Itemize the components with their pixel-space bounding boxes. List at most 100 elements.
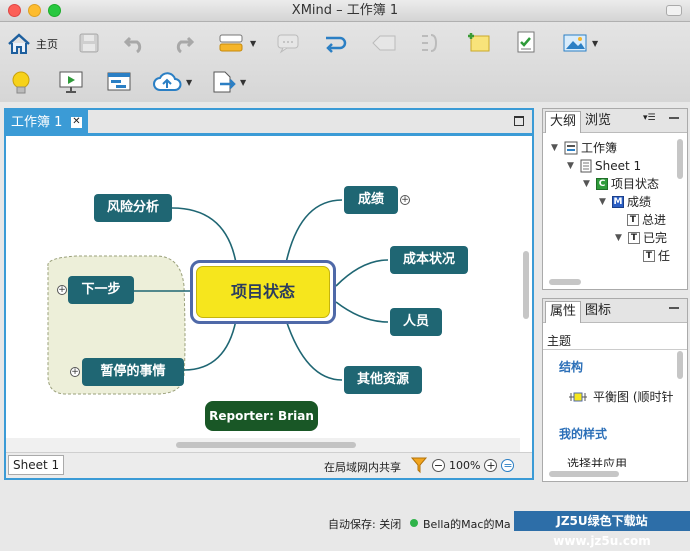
- topic-next-step[interactable]: 下一步: [68, 276, 134, 304]
- chevron-down-icon[interactable]: ▼: [240, 78, 246, 87]
- close-icon[interactable]: ✕: [71, 117, 82, 128]
- gantt-button[interactable]: [106, 70, 132, 94]
- expand-icon[interactable]: +: [400, 195, 410, 205]
- save-icon: [79, 33, 99, 53]
- expand-icon[interactable]: +: [70, 367, 80, 377]
- note-button[interactable]: [466, 30, 492, 54]
- tree-row-results[interactable]: ▼ M 成绩: [599, 193, 651, 211]
- save-button[interactable]: [78, 32, 100, 54]
- topic-cost-status[interactable]: 成本状况: [390, 246, 468, 274]
- expand-triangle-icon[interactable]: ▼: [599, 193, 609, 211]
- close-window-button[interactable]: [8, 4, 21, 17]
- insert-topic-button[interactable]: ▼: [218, 32, 256, 54]
- maximize-editor-button[interactable]: [514, 116, 524, 126]
- callout-button[interactable]: [276, 32, 300, 54]
- minimize-panel-icon[interactable]: [669, 117, 679, 119]
- structure-value: 平衡图 (顺时针: [593, 390, 674, 404]
- home-icon: [8, 33, 30, 54]
- scroll-thumb[interactable]: [176, 442, 356, 448]
- zoom-out-button[interactable]: −: [432, 458, 445, 472]
- properties-horizontal-scrollbar[interactable]: [549, 471, 619, 477]
- export-button[interactable]: ▼: [210, 70, 246, 94]
- filter-icon[interactable]: [410, 456, 428, 474]
- editor-status-row: Sheet 1 在局域网内共享 − 100% + =: [6, 452, 532, 478]
- tree-row-sheet[interactable]: ▼ Sheet 1: [567, 157, 641, 175]
- central-topic[interactable]: 项目状态: [190, 260, 336, 324]
- chevron-down-icon[interactable]: ▼: [186, 78, 192, 87]
- minimize-window-button[interactable]: [28, 4, 41, 17]
- workbook-icon: [564, 141, 578, 155]
- lan-share-label[interactable]: 在局域网内共享: [324, 459, 401, 475]
- horizontal-scrollbar[interactable]: [6, 438, 520, 452]
- insert-image-button[interactable]: ▼: [562, 32, 598, 54]
- cloud-upload-icon: [153, 72, 182, 91]
- mindmap-canvas[interactable]: 项目状态 风险分析 下一步 + 暂停的事情 + 成绩 + 成本状况 人员 其他资…: [6, 136, 520, 438]
- topic-risk-analysis[interactable]: 风险分析: [94, 194, 172, 222]
- my-styles-heading[interactable]: 我的样式: [559, 425, 607, 442]
- zoom-window-button[interactable]: [48, 4, 61, 17]
- export-icon: [213, 71, 236, 93]
- brainstorm-button[interactable]: [10, 70, 32, 96]
- relationship-button[interactable]: [322, 32, 348, 54]
- tree-row-progress[interactable]: T 总进: [627, 211, 666, 229]
- network-user-label[interactable]: Bella的Mac的Ma: [423, 516, 511, 532]
- fit-map-button[interactable]: =: [501, 458, 515, 472]
- expand-triangle-icon[interactable]: ▼: [583, 175, 593, 193]
- upload-button[interactable]: ▼: [152, 70, 192, 94]
- boundary-icon: [372, 35, 396, 51]
- presentation-icon: [59, 71, 83, 93]
- vertical-scrollbar[interactable]: [520, 136, 532, 438]
- outline-horizontal-scrollbar[interactable]: [549, 279, 581, 285]
- zoom-in-button[interactable]: +: [484, 458, 498, 472]
- tree-row-workbook[interactable]: ▼ 工作簿: [551, 139, 617, 157]
- expand-triangle-icon[interactable]: ▼: [567, 157, 577, 175]
- floating-topic-reporter[interactable]: Reporter: Brian: [205, 401, 318, 431]
- expand-triangle-icon[interactable]: ▼: [551, 139, 561, 157]
- tree-label: 项目状态: [611, 177, 660, 191]
- tree-label: 已完: [643, 231, 668, 245]
- expand-icon[interactable]: +: [57, 285, 67, 295]
- lightbulb-icon: [12, 71, 30, 94]
- tree-row-completed[interactable]: ▼ T 已完: [615, 229, 667, 247]
- topic-label: 风险分析: [106, 200, 159, 215]
- home-label: 主页: [36, 38, 58, 51]
- topic-paused-items[interactable]: 暂停的事情: [82, 358, 184, 386]
- task-button[interactable]: [514, 30, 538, 54]
- boundary-button[interactable]: [370, 32, 398, 54]
- outline-vertical-scrollbar[interactable]: [677, 139, 683, 179]
- panel-menu-icon[interactable]: ▾☰: [643, 113, 656, 123]
- topic-staff[interactable]: 人员: [390, 308, 442, 336]
- tab-icons[interactable]: 图标: [581, 301, 615, 323]
- properties-section-title: 主题: [547, 334, 572, 348]
- chevron-down-icon[interactable]: ▼: [592, 39, 598, 48]
- tab-outline[interactable]: 大纲: [545, 111, 582, 133]
- toolbar-toggle-button[interactable]: [666, 5, 682, 16]
- tree-row-task[interactable]: T 任: [643, 247, 670, 265]
- topic-other-resources[interactable]: 其他资源: [344, 366, 422, 394]
- minimize-panel-icon[interactable]: [669, 307, 679, 309]
- properties-vertical-scrollbar[interactable]: [677, 351, 683, 379]
- topic-icon: T: [643, 250, 655, 262]
- topic-label: 成本状况: [402, 252, 455, 267]
- autosave-status[interactable]: 自动保存: 关闭: [328, 516, 401, 532]
- structure-heading[interactable]: 结构: [559, 358, 583, 375]
- tab-overview[interactable]: 浏览: [581, 111, 615, 133]
- tab-properties[interactable]: 属性: [545, 301, 582, 323]
- redo-button[interactable]: [172, 32, 194, 54]
- home-button[interactable]: 主页: [6, 32, 58, 56]
- expand-triangle-icon[interactable]: ▼: [615, 229, 625, 247]
- topic-results[interactable]: 成绩: [344, 186, 398, 214]
- scroll-thumb[interactable]: [523, 251, 529, 319]
- image-icon: [563, 34, 587, 52]
- chevron-down-icon[interactable]: ▼: [250, 39, 256, 48]
- undo-button[interactable]: [124, 32, 146, 54]
- tree-row-central-topic[interactable]: ▼ C 项目状态: [583, 175, 659, 193]
- style-selector[interactable]: 选择并应用: [567, 455, 627, 467]
- presentation-button[interactable]: [58, 70, 84, 94]
- tree-label: 成绩: [627, 195, 652, 209]
- summary-button[interactable]: [418, 32, 442, 54]
- structure-selector[interactable]: 平衡图 (顺时针: [567, 388, 674, 405]
- sheet-tab[interactable]: Sheet 1: [8, 455, 65, 475]
- topic-label: 暂停的事情: [100, 364, 166, 379]
- tab-workbook[interactable]: 工作簿 1 ✕: [6, 110, 88, 136]
